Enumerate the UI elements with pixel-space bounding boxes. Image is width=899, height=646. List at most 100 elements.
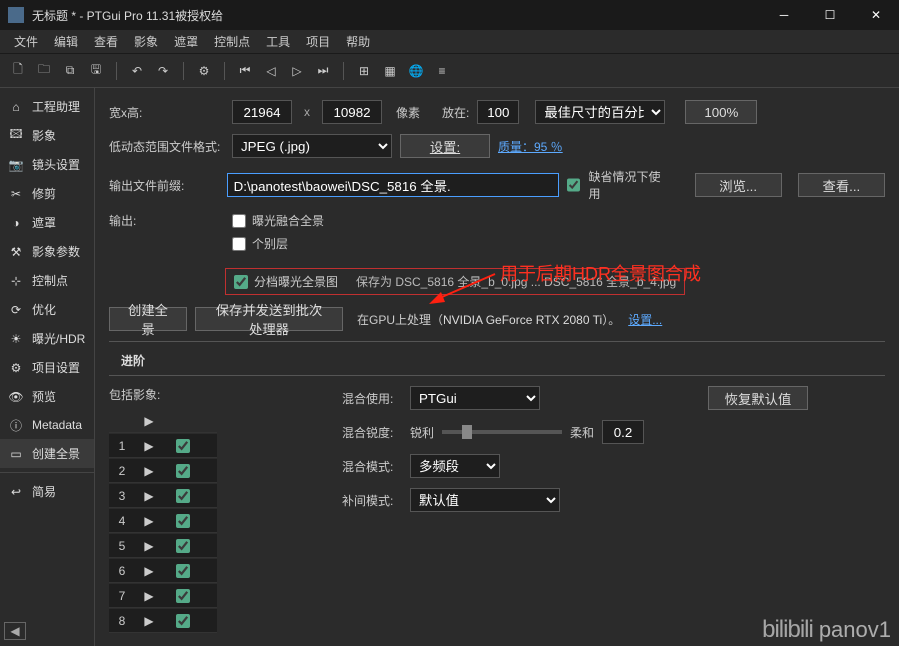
minimize-button[interactable]: ─: [761, 0, 807, 30]
image-row[interactable]: 3▶: [109, 484, 217, 508]
play-icon[interactable]: ▶: [135, 564, 163, 578]
interp-select[interactable]: 默认值: [410, 488, 560, 512]
pixels-label: 像素: [396, 104, 420, 121]
menu-项目[interactable]: 项目: [298, 30, 338, 53]
blend-use-label: 混合使用:: [342, 390, 402, 407]
default-checkbox[interactable]: [567, 178, 580, 192]
menu-遮罩[interactable]: 遮罩: [166, 30, 206, 53]
menu-查看[interactable]: 查看: [86, 30, 126, 53]
app-icon: [8, 7, 24, 23]
sidebar-item-simple[interactable]: ↩简易: [0, 477, 94, 506]
sharpness-input[interactable]: [602, 420, 644, 444]
maximize-button[interactable]: ☐: [807, 0, 853, 30]
include-image-checkbox[interactable]: [176, 564, 190, 578]
image-row[interactable]: 5▶: [109, 534, 217, 558]
play-icon[interactable]: ▶: [135, 589, 163, 603]
image-row[interactable]: 6▶: [109, 559, 217, 583]
crop-icon: ✂: [8, 186, 24, 202]
include-image-checkbox[interactable]: [176, 489, 190, 503]
sidebar-item-pano[interactable]: ▭创建全景: [0, 439, 94, 468]
bracket-checkbox[interactable]: [234, 275, 248, 289]
menu-文件[interactable]: 文件: [6, 30, 46, 53]
sidebar-item-params[interactable]: ⚒影象参数: [0, 237, 94, 266]
sidebar-item-image[interactable]: 🖾影象: [0, 121, 94, 150]
image-row[interactable]: 7▶: [109, 584, 217, 608]
image-row[interactable]: 8▶: [109, 609, 217, 633]
include-image-checkbox[interactable]: [176, 439, 190, 453]
sidebar-item-info[interactable]: ⓘMetadata: [0, 411, 94, 439]
restore-defaults-button[interactable]: 恢复默认值: [708, 386, 808, 410]
collapse-sidebar-button[interactable]: ◀: [4, 622, 26, 640]
blend-mode-select[interactable]: 多频段: [410, 454, 500, 478]
create-panorama-button[interactable]: 创建全景: [109, 307, 187, 331]
globe-icon[interactable]: 🌐: [404, 59, 428, 83]
gear-icon[interactable]: ⚙: [192, 59, 216, 83]
grid-icon[interactable]: ▦: [378, 59, 402, 83]
output-path-input[interactable]: [227, 173, 559, 197]
quality-link[interactable]: 质量：95 ％: [498, 138, 563, 155]
layout-icon[interactable]: ⊞: [352, 59, 376, 83]
image-row[interactable]: 4▶: [109, 509, 217, 533]
include-image-checkbox[interactable]: [176, 589, 190, 603]
blend-engine-select[interactable]: PTGui: [410, 386, 540, 410]
save-icon[interactable]: 🖫: [84, 59, 108, 83]
optimal-size-select[interactable]: 最佳尺寸的百分比: [535, 100, 665, 124]
play-icon[interactable]: ▶: [135, 514, 163, 528]
menubar: 文件编辑查看影象遮罩控制点工具项目帮助: [0, 30, 899, 54]
copy-icon[interactable]: ⧉: [58, 59, 82, 83]
close-button[interactable]: ✕: [853, 0, 899, 30]
rewind-icon[interactable]: ⏮: [233, 59, 257, 83]
sharpness-label: 混合锐度:: [342, 424, 402, 441]
width-input[interactable]: [232, 100, 292, 124]
sidebar-item-ctrl[interactable]: ⊹控制点: [0, 266, 94, 295]
100pct-button[interactable]: 100%: [685, 100, 757, 124]
settings-button[interactable]: 设置:: [400, 134, 490, 158]
menu-工具[interactable]: 工具: [258, 30, 298, 53]
sidebar-item-crop[interactable]: ✂修剪: [0, 179, 94, 208]
outfile-label: 输出文件前缀:: [109, 177, 219, 194]
view-button[interactable]: 查看...: [798, 173, 885, 197]
sidebar-item-camera[interactable]: 📷镜头设置: [0, 150, 94, 179]
image-row[interactable]: 1▶: [109, 434, 217, 458]
height-input[interactable]: [322, 100, 382, 124]
menu-控制点[interactable]: 控制点: [206, 30, 258, 53]
next-icon[interactable]: ▷: [285, 59, 309, 83]
play-icon[interactable]: ▶: [135, 539, 163, 553]
play-icon[interactable]: ▶: [135, 439, 163, 453]
play-icon[interactable]: ▶: [135, 614, 163, 628]
play-header-icon[interactable]: ▶: [135, 414, 163, 428]
sidebar-item-gear[interactable]: ⚙项目设置: [0, 353, 94, 382]
send-batch-button[interactable]: 保存并发送到批次处理器: [195, 307, 343, 331]
undo-icon[interactable]: ↶: [125, 59, 149, 83]
include-image-checkbox[interactable]: [176, 539, 190, 553]
menu-编辑[interactable]: 编辑: [46, 30, 86, 53]
new-icon[interactable]: 🗋: [6, 59, 30, 83]
forward-icon[interactable]: ⏭: [311, 59, 335, 83]
browse-button[interactable]: 浏览...: [695, 173, 782, 197]
open-icon[interactable]: 🗀: [32, 59, 56, 83]
sidebar: ⌂工程助理🖾影象📷镜头设置✂修剪◑遮罩⚒影象参数⊹控制点⟳优化☀曝光/HDR⚙项…: [0, 88, 95, 646]
format-select[interactable]: JPEG (.jpg): [232, 134, 392, 158]
play-icon[interactable]: ▶: [135, 489, 163, 503]
menu-帮助[interactable]: 帮助: [338, 30, 378, 53]
image-row[interactable]: 2▶: [109, 459, 217, 483]
include-image-checkbox[interactable]: [176, 464, 190, 478]
gpu-settings-link[interactable]: 设置...: [628, 311, 662, 328]
percent-input[interactable]: [477, 100, 519, 124]
sharpness-slider[interactable]: [442, 430, 562, 434]
prev-icon[interactable]: ◁: [259, 59, 283, 83]
include-image-checkbox[interactable]: [176, 514, 190, 528]
sidebar-item-home[interactable]: ⌂工程助理: [0, 92, 94, 121]
list-icon[interactable]: ≡: [430, 59, 454, 83]
sidebar-item-mask[interactable]: ◑遮罩: [0, 208, 94, 237]
include-image-checkbox[interactable]: [176, 614, 190, 628]
sidebar-item-opt[interactable]: ⟳优化: [0, 295, 94, 324]
individual-layers-checkbox[interactable]: [232, 237, 246, 251]
play-icon[interactable]: ▶: [135, 464, 163, 478]
sidebar-item-sun[interactable]: ☀曝光/HDR: [0, 324, 94, 353]
window-title: 无标题 * - PTGui Pro 11.31被授权给: [32, 7, 761, 24]
menu-影象[interactable]: 影象: [126, 30, 166, 53]
redo-icon[interactable]: ↷: [151, 59, 175, 83]
exposure-fusion-checkbox[interactable]: [232, 214, 246, 228]
sidebar-item-eye[interactable]: 👁预览: [0, 382, 94, 411]
